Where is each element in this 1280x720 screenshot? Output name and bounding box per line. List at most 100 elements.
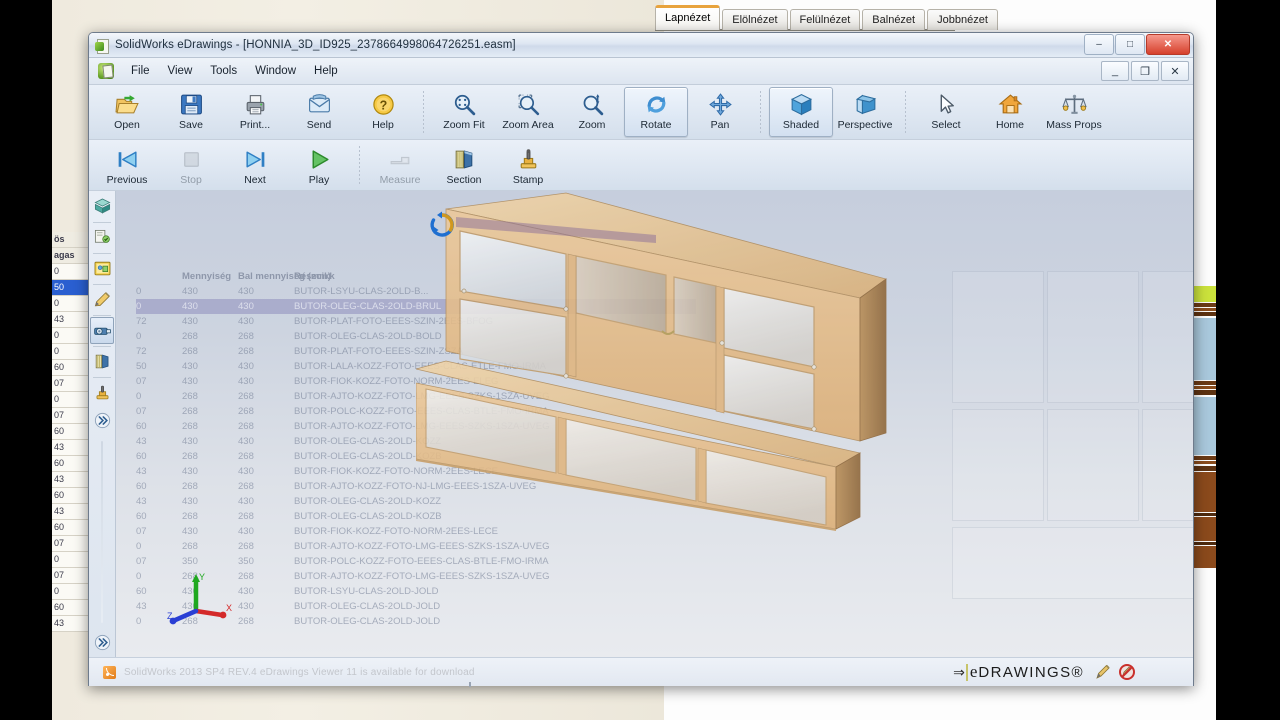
child-close-button[interactable]: ✕: [1161, 61, 1189, 81]
toolbar-button-label: Send: [306, 119, 332, 131]
window-titlebar[interactable]: SolidWorks eDrawings - [HONNIA_3D_ID925_…: [89, 33, 1193, 58]
ghost-cell-b: 268: [238, 616, 254, 627]
menu-item-file[interactable]: File: [122, 62, 159, 80]
left-tool-chevron-double-right[interactable]: [90, 629, 114, 656]
ghost-table-row[interactable]: 0 268 268 BUTOR-AJTO-KOZZ-FOTO-LMG-EEES-SZK…: [136, 539, 696, 554]
ghost-cell-name: BUTOR-AJTO-KOZZ-FOTO-LMG-EEES-SZKS-1SZA-…: [294, 541, 550, 552]
view-tab-felülnézet[interactable]: Felülnézet: [789, 9, 861, 30]
save-disk-icon: [179, 91, 204, 117]
ghost-cell-b: 430: [238, 316, 254, 327]
markup-pencil-icon[interactable]: [1094, 664, 1111, 681]
furniture-3d-model[interactable]: [416, 191, 926, 531]
ghost-cell-b: 430: [238, 361, 254, 372]
view-tab-jobbnézet[interactable]: Jobbnézet: [927, 9, 998, 30]
toolbar-button-select[interactable]: Select: [914, 87, 978, 137]
desktop-right-letterbox: [1216, 0, 1280, 720]
left-tool-pencil-edit[interactable]: [90, 286, 114, 313]
toolbar-button-pan[interactable]: Pan: [688, 87, 752, 137]
toolbar-button-label: Next: [244, 174, 266, 186]
window-close-button[interactable]: ✕: [1146, 34, 1190, 55]
toolbar-button-zoom[interactable]: Zoom: [560, 87, 624, 137]
ghost-cell-name: BUTOR-LSYU-CLAS-2OLD-JOLD: [294, 586, 439, 597]
toolbar-button-open[interactable]: Open: [95, 87, 159, 137]
left-tool-components-stack[interactable]: [90, 193, 114, 220]
workspace: Mennyiség Bal mennyiség (mm) Részcikk 0 430 4…: [89, 191, 1193, 657]
toolbar-button-print[interactable]: Print...: [223, 87, 287, 137]
menu-item-tools[interactable]: Tools: [201, 62, 246, 80]
ghost-cell-a: 268: [182, 331, 198, 342]
toolbar-button-save[interactable]: Save: [159, 87, 223, 137]
child-restore-button[interactable]: ❐: [1131, 61, 1159, 81]
left-tool-drawing-sheet[interactable]: [90, 255, 114, 282]
toolbar-button-home[interactable]: Home: [978, 87, 1042, 137]
toolbar-button-next[interactable]: Next: [223, 142, 287, 188]
ghost-cell-a: 268: [182, 451, 198, 462]
ghost-cell-qty: 0: [136, 541, 142, 552]
left-tool-section-book[interactable]: [90, 348, 114, 375]
desktop-left-letterbox: [0, 0, 52, 720]
logo-arrow: ⇒: [953, 663, 965, 680]
ghost-cell-b: 268: [238, 451, 254, 462]
statusbar-tick: [469, 682, 471, 687]
ghost-cell-a: 268: [182, 346, 198, 357]
toolbar-button-previous[interactable]: Previous: [95, 142, 159, 188]
open-folder-icon: [114, 91, 140, 117]
view-tab-balnézet[interactable]: Balnézet: [862, 9, 926, 30]
rss-feed-icon[interactable]: [103, 665, 116, 679]
ghost-cell-a: 268: [182, 406, 198, 417]
left-tool-chevron-double-right[interactable]: [90, 407, 114, 434]
svg-text:Z: Z: [167, 611, 173, 621]
window-controls[interactable]: – □ ✕: [1083, 34, 1190, 55]
logo-wordmark: DRAWINGS®: [978, 663, 1084, 681]
toolbar-button-label: Rotate: [640, 119, 672, 131]
toolbar-button-label: Mass Props: [1046, 119, 1102, 131]
left-tool-measure-tape[interactable]: [90, 317, 114, 344]
measure-icon: [388, 146, 413, 172]
menubar[interactable]: File View Tools Window Help _ ❐ ✕: [89, 58, 1193, 85]
mass-properties-scale-icon: [1061, 91, 1087, 117]
toolbar-button-label: Home: [995, 119, 1024, 131]
question-help-icon: ?: [371, 91, 396, 117]
printer-icon: [243, 91, 268, 117]
model-viewport[interactable]: Mennyiség Bal mennyiség (mm) Részcikk 0 430 4…: [116, 191, 1193, 657]
main-toolbar[interactable]: Open Save Print... Send ? Help Zoom Fit Zoom Ar…: [89, 85, 1193, 140]
animation-toolbar[interactable]: Previous Stop Next Play Measure Section Stamp: [89, 140, 1193, 191]
toolbar-separator: [423, 91, 424, 133]
left-tool-stamp-tool[interactable]: [90, 379, 114, 406]
toolbar-button-perspective[interactable]: Perspective: [833, 87, 897, 137]
left-palette-divider: [93, 315, 111, 316]
toolbar-button-zoom-fit[interactable]: Zoom Fit: [432, 87, 496, 137]
home-house-icon: [998, 91, 1023, 117]
menu-item-help[interactable]: Help: [305, 62, 347, 80]
window-title: SolidWorks eDrawings - [HONNIA_3D_ID925_…: [115, 39, 516, 51]
menu-item-window[interactable]: Window: [246, 62, 305, 80]
window-maximize-button[interactable]: □: [1115, 34, 1145, 55]
child-minimize-button[interactable]: _: [1101, 61, 1129, 81]
toolbar-button-label: Open: [114, 119, 140, 131]
toolbar-button-rotate[interactable]: Rotate: [624, 87, 688, 137]
menu-item-view[interactable]: View: [159, 62, 202, 80]
toolbar-button-help[interactable]: ? Help: [351, 87, 415, 137]
no-markup-icon[interactable]: [1119, 664, 1135, 680]
window-minimize-button[interactable]: –: [1084, 34, 1114, 55]
toolbar-button-stamp[interactable]: Stamp: [496, 142, 560, 188]
toolbar-button-zoom-area[interactable]: Zoom Area: [496, 87, 560, 137]
view-tab-lapnézet[interactable]: Lapnézet: [655, 5, 721, 30]
toolbar-button-mass-props[interactable]: Mass Props: [1042, 87, 1106, 137]
ghost-cell-b: 430: [238, 286, 254, 297]
toolbar-button-shaded[interactable]: Shaded: [769, 87, 833, 137]
toolbar-button-send[interactable]: Send: [287, 87, 351, 137]
view-tabstrip[interactable]: Lapnézet Elölnézet Felülnézet Balnézet Jobbn…: [655, 5, 1000, 30]
view-tab-elölnézet[interactable]: Elölnézet: [722, 9, 788, 30]
left-tool-palette[interactable]: [89, 191, 116, 657]
child-window-controls[interactable]: _ ❐ ✕: [1099, 61, 1189, 81]
ghost-table-row[interactable]: 07 350 350 BUTOR-POLC-KOZZ-FOTO-EEES-CLAS-B…: [136, 554, 696, 569]
ghost-cell-b: 268: [238, 571, 254, 582]
toolbar-button-label: Save: [179, 119, 203, 131]
ghost-cell-b: 268: [238, 421, 254, 432]
ghost-cell-qty: 60: [136, 481, 147, 492]
toolbar-button-play[interactable]: Play: [287, 142, 351, 188]
toolbar-button-section[interactable]: Section: [432, 142, 496, 188]
left-tool-markup-flag[interactable]: [90, 224, 114, 251]
left-palette-divider: [93, 284, 111, 285]
